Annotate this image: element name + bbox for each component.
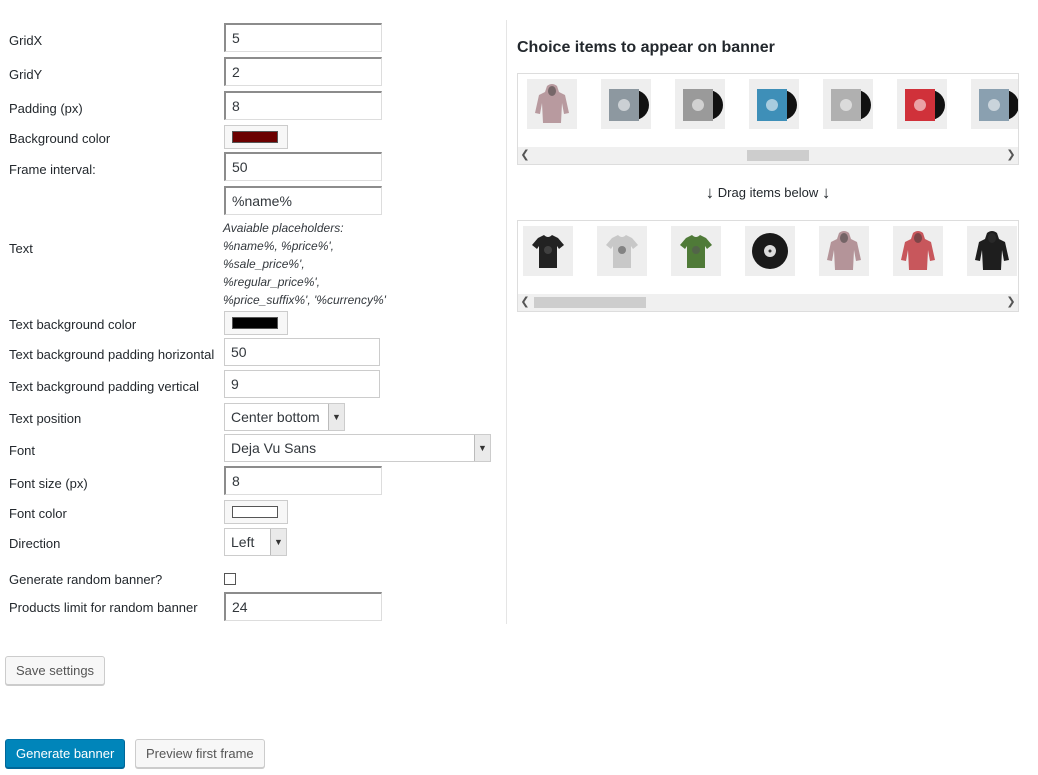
text-bg-color-label: Text background color <box>9 317 137 332</box>
hoodie-black-icon[interactable] <box>967 226 1017 276</box>
font-size-input[interactable]: 8 <box>224 466 382 495</box>
selected-items-scrollbar[interactable]: ❮ ❯ <box>518 294 1018 311</box>
vinyl-album-icon[interactable] <box>971 79 1018 129</box>
scroll-right-icon[interactable]: ❯ <box>1004 294 1018 311</box>
text-bg-pad-h-input[interactable]: 50 <box>224 338 380 366</box>
chevron-down-icon: ▼ <box>270 529 286 555</box>
random-banner-checkbox[interactable] <box>224 573 236 585</box>
text-label: Text <box>9 241 33 256</box>
save-settings-button[interactable]: Save settings <box>5 656 106 685</box>
text-bg-pad-v-input[interactable]: 9 <box>224 370 380 398</box>
background-color-label: Background color <box>9 131 111 146</box>
direction-select[interactable]: Left ▼ <box>224 528 287 556</box>
available-items-carousel[interactable]: ❮ ❯ <box>517 73 1019 165</box>
hoodie-red-icon[interactable] <box>893 226 943 276</box>
scroll-right-icon[interactable]: ❯ <box>1004 147 1018 164</box>
background-color-swatch <box>232 131 278 143</box>
font-value: Deja Vu Sans <box>231 440 317 456</box>
frame-interval-label: Frame interval: <box>9 162 96 177</box>
vinyl-album-icon[interactable] <box>749 79 799 129</box>
frame-interval-input[interactable]: 50 <box>224 152 382 181</box>
available-items-scrollbar[interactable]: ❮ ❯ <box>518 147 1018 164</box>
font-color-label: Font color <box>9 506 67 521</box>
vinyl-album-icon[interactable] <box>897 79 947 129</box>
text-input[interactable]: %name% <box>224 186 382 215</box>
padding-label: Padding (px) <box>9 101 83 116</box>
text-position-label: Text position <box>9 411 82 426</box>
tshirt-grey-icon[interactable] <box>597 226 647 276</box>
gridy-label: GridY <box>9 67 43 82</box>
vinyl-record-icon[interactable] <box>745 226 795 276</box>
panel-title: Choice items to appear on banner <box>517 39 775 56</box>
vinyl-album-icon[interactable] <box>823 79 873 129</box>
font-label: Font <box>9 443 36 458</box>
vinyl-album-icon[interactable] <box>675 79 725 129</box>
font-size-label: Font size (px) <box>9 476 88 491</box>
background-color-picker[interactable] <box>224 125 288 149</box>
font-color-swatch <box>232 506 278 518</box>
arrow-down-icon: ↓ <box>821 183 831 202</box>
text-position-value: Center bottom <box>231 409 320 425</box>
scroll-left-icon[interactable]: ❮ <box>518 147 532 164</box>
gridx-label: GridX <box>9 33 43 48</box>
text-bg-pad-v-label: Text background padding vertical <box>9 379 200 394</box>
hint-line: %regular_price%', <box>223 275 321 289</box>
font-select[interactable]: Deja Vu Sans ▼ <box>224 434 491 462</box>
selected-items-carousel[interactable]: ❮ ❯ <box>517 220 1019 312</box>
hoodie-pink-icon[interactable] <box>819 226 869 276</box>
hoodie-pink-icon[interactable] <box>527 79 577 129</box>
chevron-down-icon: ▼ <box>474 435 490 461</box>
hint-line: Avaiable placeholders: <box>223 221 344 235</box>
direction-value: Left <box>231 534 255 550</box>
text-position-select[interactable]: Center bottom ▼ <box>224 403 345 431</box>
products-limit-label: Products limit for random banner <box>9 600 198 615</box>
drag-hint-text: Drag items below <box>717 185 819 200</box>
text-bg-pad-h-label: Text background padding horizontal <box>9 347 215 362</box>
scroll-thumb[interactable] <box>747 150 809 161</box>
tshirt-green-icon[interactable] <box>671 226 721 276</box>
products-limit-input[interactable]: 24 <box>224 592 382 621</box>
hint-line: %price_suffix%', '%currency%' <box>223 293 386 307</box>
drag-hint: ↓ Drag items below ↓ <box>517 183 1019 203</box>
column-divider <box>506 20 507 624</box>
random-banner-label: Generate random banner? <box>9 572 163 587</box>
scroll-left-icon[interactable]: ❮ <box>518 294 532 311</box>
vinyl-album-icon[interactable] <box>601 79 651 129</box>
placeholders-hint: Avaiable placeholders: %name%, %price%',… <box>223 219 386 309</box>
hint-line: %sale_price%', <box>223 257 305 271</box>
preview-first-frame-button[interactable]: Preview first frame <box>135 739 265 768</box>
gridx-input[interactable]: 5 <box>224 23 382 52</box>
text-bg-color-swatch <box>232 317 278 329</box>
padding-input[interactable]: 8 <box>224 91 382 120</box>
arrow-down-icon: ↓ <box>705 183 715 202</box>
hint-line: %name%, %price%', <box>223 239 334 253</box>
tshirt-black-icon[interactable] <box>523 226 573 276</box>
chevron-down-icon: ▼ <box>328 404 344 430</box>
gridy-input[interactable]: 2 <box>224 57 382 86</box>
scroll-thumb[interactable] <box>534 297 646 308</box>
generate-banner-button[interactable]: Generate banner <box>5 739 126 768</box>
direction-label: Direction <box>9 536 61 551</box>
font-color-picker[interactable] <box>224 500 288 524</box>
text-bg-color-picker[interactable] <box>224 311 288 335</box>
